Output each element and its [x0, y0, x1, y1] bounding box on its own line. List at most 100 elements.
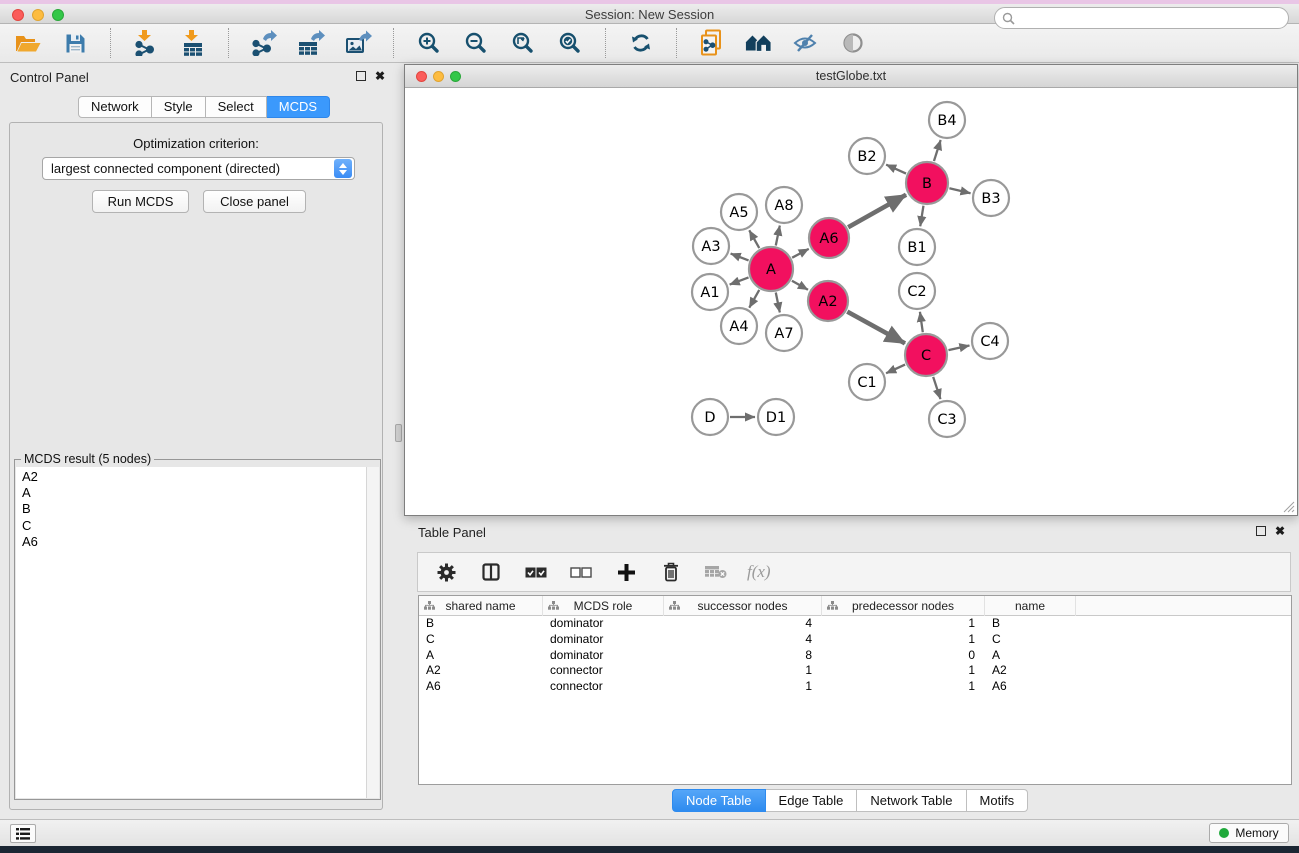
tab-select[interactable]: Select: [206, 96, 267, 118]
graph-edge-A-A5[interactable]: [749, 230, 759, 248]
graph-edge-A-A7[interactable]: [776, 293, 780, 313]
mcds-result-item[interactable]: B: [22, 501, 366, 517]
table-cell[interactable]: 1: [822, 632, 985, 648]
mcds-result-item[interactable]: C: [22, 518, 366, 534]
table-cell[interactable]: dominator: [543, 648, 664, 664]
zoom-out-button[interactable]: [462, 28, 490, 58]
home-view-button[interactable]: [745, 28, 773, 58]
mcds-result-item[interactable]: A6: [22, 534, 366, 550]
tab-node-table[interactable]: Node Table: [672, 789, 766, 812]
refresh-button[interactable]: [627, 28, 655, 58]
search-field[interactable]: [994, 7, 1289, 29]
column-header-successor-nodes[interactable]: successor nodes: [664, 596, 822, 616]
column-header-name[interactable]: name: [985, 596, 1076, 616]
show-columns-button[interactable]: [477, 557, 505, 587]
graph-edge-B-B1[interactable]: [920, 206, 923, 227]
column-header-shared-name[interactable]: shared name: [419, 596, 543, 616]
graph-edge-A-A2[interactable]: [792, 281, 808, 290]
graph-edge-B-B2[interactable]: [886, 165, 906, 174]
show-tasks-button[interactable]: [10, 824, 36, 843]
graph-edge-B-B4[interactable]: [934, 140, 941, 161]
network-from-file-button[interactable]: [698, 28, 726, 58]
network-canvas[interactable]: B4B2BB3A8A5A6A3B1AA1C2A2A4A7C4CC1C3DD1: [405, 88, 1297, 515]
memory-button[interactable]: Memory: [1209, 823, 1289, 843]
optimization-criterion-select[interactable]: largest connected component (directed): [42, 157, 355, 180]
export-table-button[interactable]: [297, 28, 325, 58]
zoom-selected-button[interactable]: [556, 28, 584, 58]
graph-edge-A-A4[interactable]: [749, 290, 759, 308]
graph-edge-A-A3[interactable]: [731, 254, 749, 261]
table-row-B[interactable]: Bdominator41B: [419, 616, 1291, 632]
table-cell[interactable]: 4: [664, 616, 822, 632]
deselect-all-button[interactable]: [567, 557, 595, 587]
column-header-predecessor-nodes[interactable]: predecessor nodes: [822, 596, 985, 616]
graph-edge-C-C1[interactable]: [886, 365, 905, 374]
control-panel-close-icon[interactable]: ✖: [375, 71, 385, 81]
control-panel-float-icon[interactable]: [356, 71, 366, 81]
tab-motifs[interactable]: Motifs: [967, 789, 1029, 812]
mcds-result-item[interactable]: A: [22, 485, 366, 501]
table-panel-close-icon[interactable]: ✖: [1275, 526, 1285, 536]
import-table-button[interactable]: [179, 28, 207, 58]
tab-style[interactable]: Style: [152, 96, 206, 118]
zoom-fit-button[interactable]: [509, 28, 537, 58]
zoom-in-button[interactable]: [415, 28, 443, 58]
export-network-button[interactable]: [250, 28, 278, 58]
table-cell[interactable]: A: [985, 648, 1076, 664]
table-row-A6[interactable]: A6connector11A6: [419, 679, 1291, 695]
table-row-A2[interactable]: A2connector11A2: [419, 663, 1291, 679]
search-input[interactable]: [1015, 10, 1288, 26]
column-header-MCDS-role[interactable]: MCDS role: [543, 596, 664, 616]
table-cell[interactable]: A: [419, 648, 543, 664]
table-cell[interactable]: A6: [419, 679, 543, 695]
open-session-button[interactable]: [14, 28, 42, 58]
graph-edge-A2-C[interactable]: [847, 312, 905, 344]
table-row-A[interactable]: Adominator80A: [419, 648, 1291, 664]
table-cell[interactable]: 1: [664, 663, 822, 679]
show-eye-button[interactable]: [839, 28, 867, 58]
table-panel-float-icon[interactable]: [1256, 526, 1266, 536]
export-image-button[interactable]: [344, 28, 372, 58]
graph-edge-C-C2[interactable]: [920, 312, 923, 332]
table-cell[interactable]: A6: [985, 679, 1076, 695]
graph-edge-A-A6[interactable]: [792, 249, 809, 258]
delete-column-button[interactable]: [657, 557, 685, 587]
table-cell[interactable]: A2: [985, 663, 1076, 679]
add-column-button[interactable]: [612, 557, 640, 587]
tab-network[interactable]: Network: [78, 96, 152, 118]
graph-edge-B-B3[interactable]: [949, 188, 970, 193]
network-window-titlebar[interactable]: testGlobe.txt: [405, 65, 1297, 88]
table-cell[interactable]: 1: [822, 663, 985, 679]
tab-network-table[interactable]: Network Table: [857, 789, 966, 812]
save-session-button[interactable]: [61, 28, 89, 58]
tab-mcds[interactable]: MCDS: [267, 96, 330, 118]
graph-edge-A6-B[interactable]: [848, 195, 906, 227]
table-cell[interactable]: C: [985, 632, 1076, 648]
window-resize-grip[interactable]: [1281, 499, 1295, 513]
table-cell[interactable]: dominator: [543, 632, 664, 648]
table-cell[interactable]: 1: [822, 679, 985, 695]
table-cell[interactable]: 8: [664, 648, 822, 664]
table-cell[interactable]: C: [419, 632, 543, 648]
panel-split-handle[interactable]: [395, 424, 402, 442]
table-row-C[interactable]: Cdominator41C: [419, 632, 1291, 648]
graph-edge-C-C4[interactable]: [948, 345, 969, 350]
graph-edge-A-A1[interactable]: [730, 277, 749, 284]
table-cell[interactable]: B: [419, 616, 543, 632]
hide-panels-button[interactable]: [792, 28, 820, 58]
table-settings-button[interactable]: [432, 557, 460, 587]
table-cell[interactable]: A2: [419, 663, 543, 679]
table-cell[interactable]: 4: [664, 632, 822, 648]
close-panel-button[interactable]: Close panel: [203, 190, 306, 213]
table-cell[interactable]: connector: [543, 679, 664, 695]
table-cell[interactable]: 0: [822, 648, 985, 664]
table-cell[interactable]: dominator: [543, 616, 664, 632]
table-cell[interactable]: 1: [664, 679, 822, 695]
table-cell[interactable]: B: [985, 616, 1076, 632]
select-all-button[interactable]: [522, 557, 550, 587]
mcds-result-item[interactable]: A2: [22, 469, 366, 485]
graph-edge-A-A8[interactable]: [776, 226, 780, 246]
table-cell[interactable]: connector: [543, 663, 664, 679]
import-network-button[interactable]: [132, 28, 160, 58]
table-cell[interactable]: 1: [822, 616, 985, 632]
